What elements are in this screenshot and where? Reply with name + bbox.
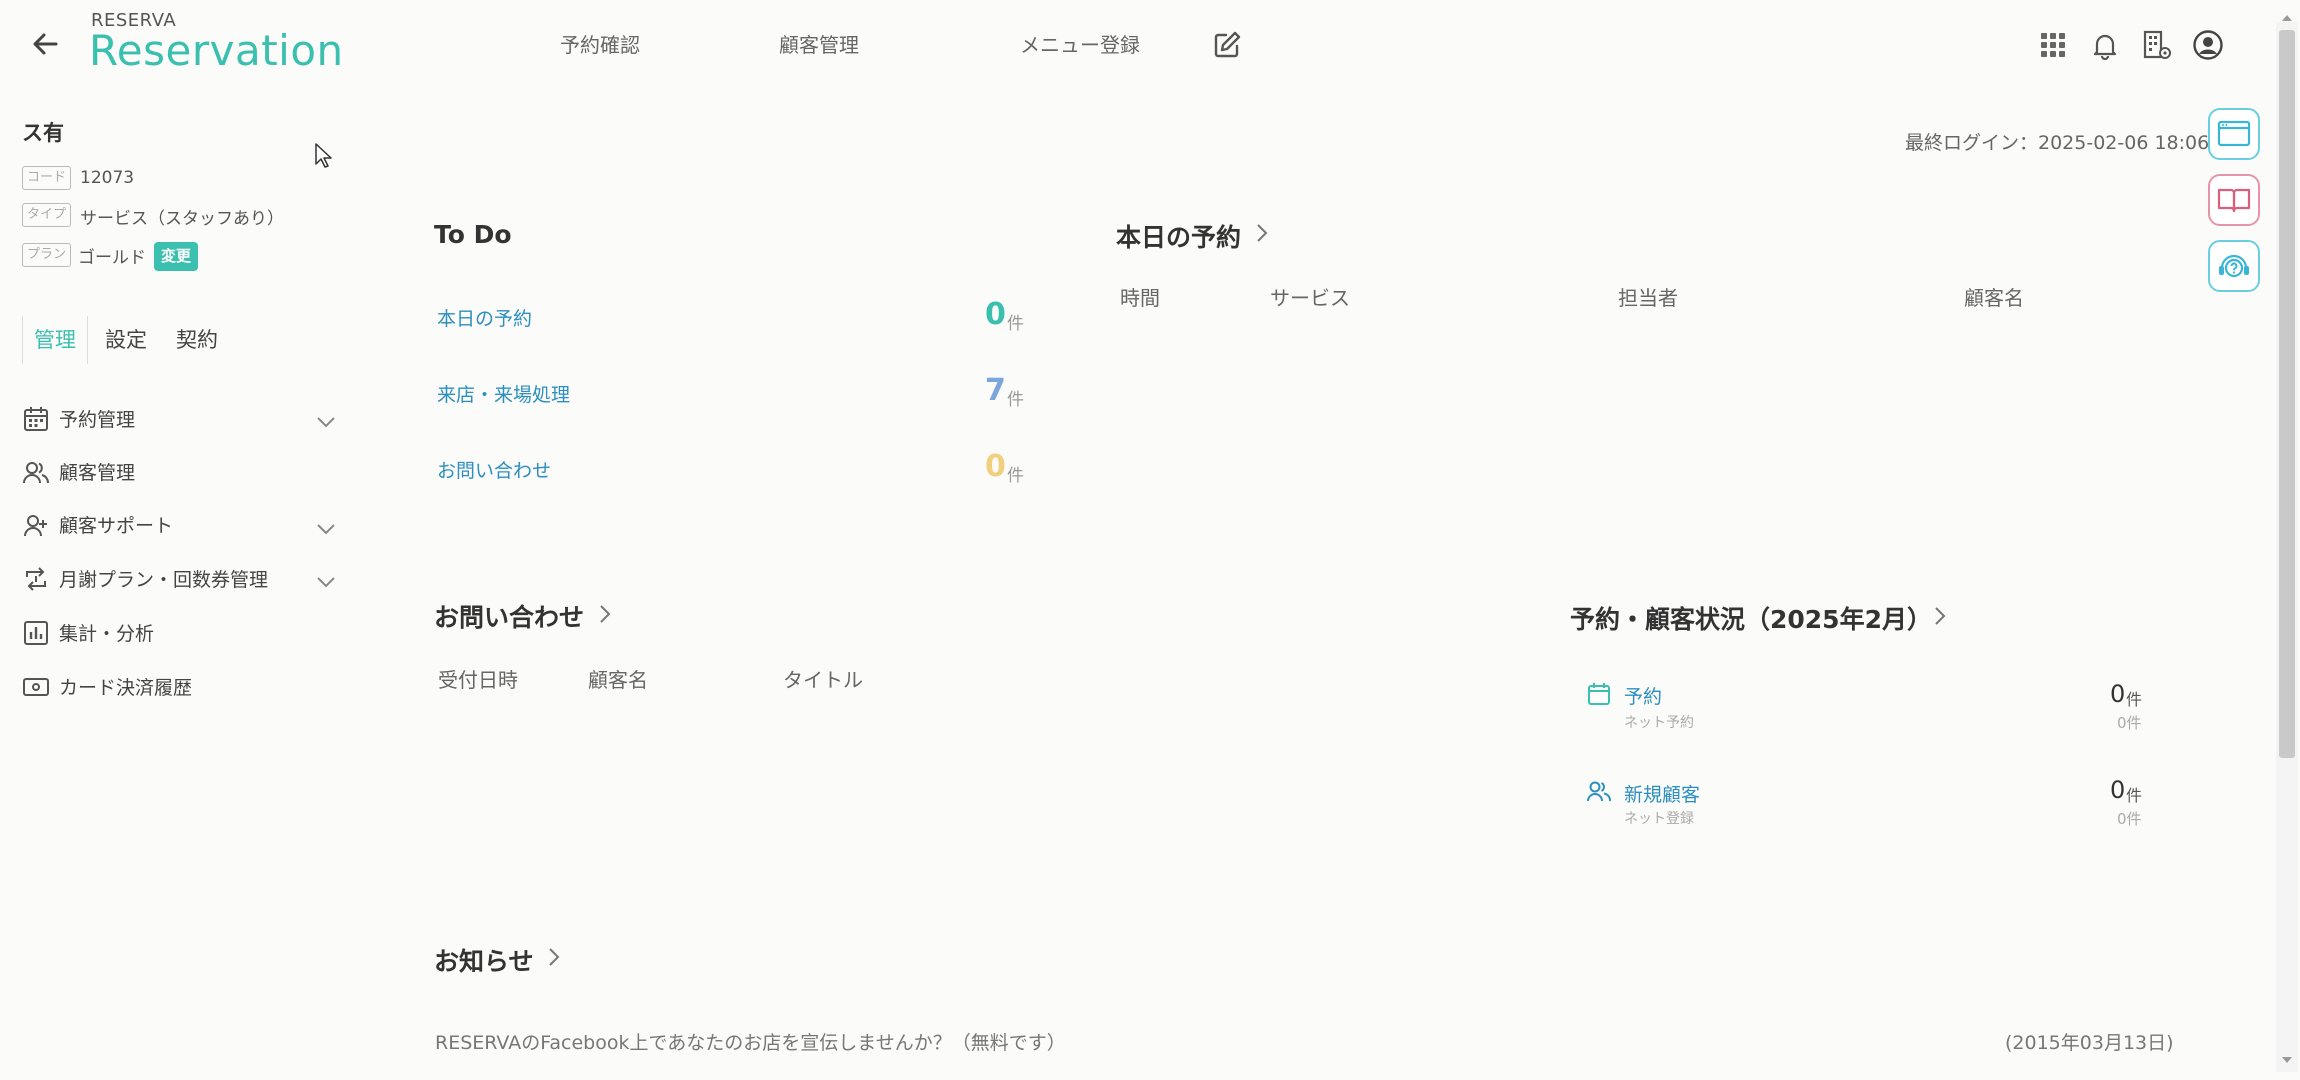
inquiries-title[interactable]: お問い合わせ xyxy=(434,598,584,634)
building-settings-icon[interactable] xyxy=(2141,29,2173,61)
last-login-text: 最終ログイン：2025-02-06 18:06 xyxy=(1905,132,2210,154)
chevron-down-icon[interactable] xyxy=(314,517,338,541)
status-reservations-label[interactable]: 予約 xyxy=(1624,682,1662,709)
todo-visit-processing-count[interactable]: 7 xyxy=(985,373,1006,408)
help-support-button[interactable] xyxy=(2208,240,2260,292)
menu-reservation-management[interactable]: 予約管理 xyxy=(59,405,135,432)
chevron-right-icon[interactable] xyxy=(1251,222,1273,244)
back-arrow-icon[interactable] xyxy=(28,26,64,62)
today-reservations-title[interactable]: 本日の予約 xyxy=(1116,218,1241,254)
card-icon xyxy=(22,673,50,701)
plan-change-button[interactable]: 変更 xyxy=(154,242,199,271)
tab-contract[interactable]: 契約 xyxy=(176,324,218,354)
menu-analytics[interactable]: 集計・分析 xyxy=(59,619,154,646)
scrollbar-thumb[interactable] xyxy=(2279,30,2295,758)
calendar-icon xyxy=(22,405,50,433)
nav-menu-registration[interactable]: メニュー登録 xyxy=(1020,29,1140,58)
repeat-icon xyxy=(22,565,50,593)
code-value: 12073 xyxy=(80,168,135,188)
todo-unit: 件 xyxy=(1007,314,1024,334)
column-time: 時間 xyxy=(1120,286,1160,310)
todo-unit: 件 xyxy=(1007,466,1024,486)
chevron-right-icon[interactable] xyxy=(594,603,616,625)
status-title[interactable]: 予約・顧客状況（2025年2月） xyxy=(1570,600,1932,636)
tab-divider xyxy=(22,316,23,364)
tab-settings[interactable]: 設定 xyxy=(105,324,147,354)
menu-customer-support[interactable]: 顧客サポート xyxy=(59,511,173,538)
column-customer-name: 顧客名 xyxy=(1964,286,2024,310)
column-title: タイトル xyxy=(783,668,863,692)
scroll-up-arrow-icon[interactable] xyxy=(2279,10,2295,26)
chevron-right-icon[interactable] xyxy=(1929,605,1951,627)
status-unit: 件 xyxy=(2126,690,2143,709)
type-tag: タイプ xyxy=(22,203,72,227)
mouse-cursor-icon xyxy=(314,142,334,170)
code-tag: コード xyxy=(22,166,72,190)
apps-grid-icon[interactable] xyxy=(2040,32,2066,58)
menu-customer-management[interactable]: 顧客管理 xyxy=(59,458,135,485)
news-item-link[interactable]: RESERVAのFacebook上であなたのお店を宣伝しませんか？（無料です） xyxy=(435,1028,1066,1055)
status-reservations-subcount: 0件 xyxy=(2117,714,2142,732)
browser-window-button[interactable] xyxy=(2208,108,2260,160)
type-value: サービス（スタッフあり） xyxy=(80,209,284,229)
nav-customer-management[interactable]: 顧客管理 xyxy=(779,29,859,58)
status-new-customers-count: 0 xyxy=(2110,776,2126,804)
nav-reservation-check[interactable]: 予約確認 xyxy=(560,29,640,58)
todo-unit: 件 xyxy=(1007,390,1024,410)
column-service: サービス xyxy=(1270,286,1350,310)
plan-value: ゴールド xyxy=(78,248,146,268)
status-reservations-sub: ネット予約 xyxy=(1624,715,1694,731)
todo-today-reservations-count[interactable]: 0 xyxy=(985,297,1006,332)
tab-management[interactable]: 管理 xyxy=(34,324,76,354)
user-plus-icon xyxy=(22,511,50,539)
column-staff: 担当者 xyxy=(1618,286,1678,310)
column-customer-name: 顧客名 xyxy=(588,668,648,692)
bell-icon[interactable] xyxy=(2090,30,2120,60)
plan-tag: プラン xyxy=(22,243,72,267)
menu-subscription-plan[interactable]: 月謝プラン・回数券管理 xyxy=(59,565,268,592)
store-name: ス有 xyxy=(22,121,64,145)
todo-title: To Do xyxy=(434,220,512,249)
tab-divider xyxy=(87,316,88,364)
todo-inquiries[interactable]: お問い合わせ xyxy=(437,456,551,483)
menu-card-payment-history[interactable]: カード決済履歴 xyxy=(59,673,192,700)
chevron-down-icon[interactable] xyxy=(314,410,338,434)
bar-chart-icon xyxy=(22,619,50,647)
status-unit: 件 xyxy=(2126,786,2143,805)
users-icon xyxy=(1586,778,1612,804)
logo-title[interactable]: Reservation xyxy=(89,26,344,75)
chevron-right-icon[interactable] xyxy=(543,946,565,968)
status-new-customers-sub: ネット登録 xyxy=(1624,811,1694,827)
news-item-date: (2015年03月13日) xyxy=(2005,1032,2174,1054)
todo-today-reservations[interactable]: 本日の予約 xyxy=(437,304,532,331)
status-new-customers-label[interactable]: 新規顧客 xyxy=(1624,780,1700,807)
edit-icon[interactable] xyxy=(1212,30,1242,60)
status-reservations-count: 0 xyxy=(2110,680,2126,708)
chevron-down-icon[interactable] xyxy=(314,570,338,594)
todo-inquiries-count[interactable]: 0 xyxy=(985,449,1006,484)
manual-book-button[interactable] xyxy=(2208,174,2260,226)
scroll-down-arrow-icon[interactable] xyxy=(2279,1052,2295,1068)
status-new-customers-subcount: 0件 xyxy=(2117,810,2142,828)
calendar-icon xyxy=(1586,681,1612,707)
news-title[interactable]: お知らせ xyxy=(434,942,534,978)
todo-visit-processing[interactable]: 来店・来場処理 xyxy=(437,380,570,407)
user-account-icon[interactable] xyxy=(2192,29,2224,61)
column-received-at: 受付日時 xyxy=(438,668,518,692)
users-icon xyxy=(22,458,50,486)
